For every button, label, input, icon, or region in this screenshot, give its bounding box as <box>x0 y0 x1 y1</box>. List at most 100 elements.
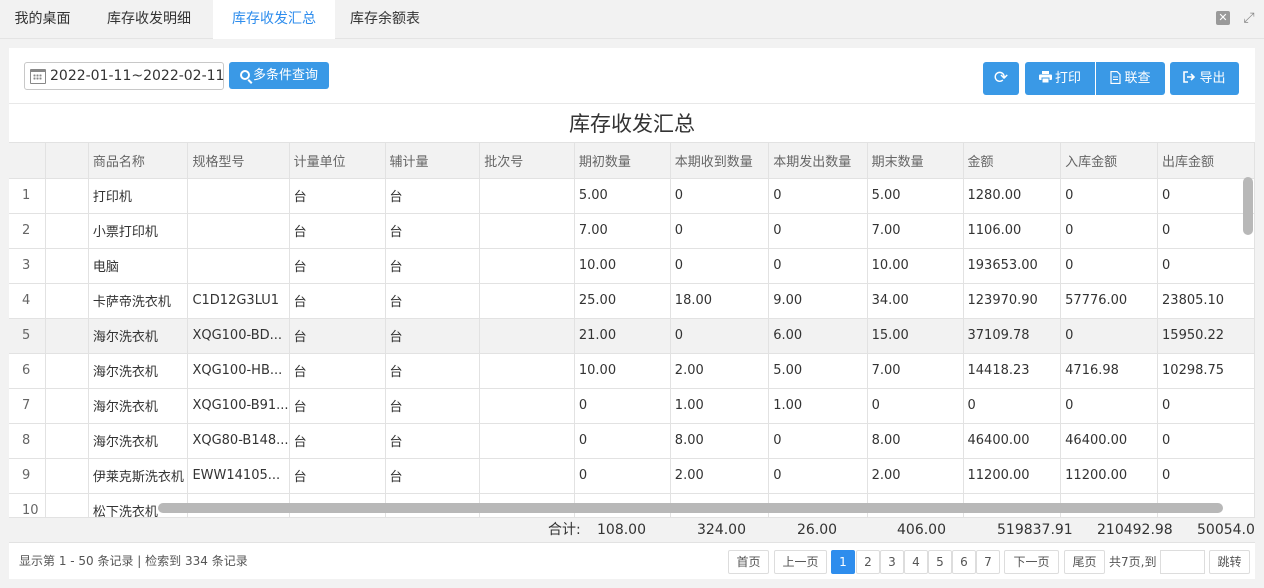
vertical-scrollbar[interactable] <box>1243 177 1253 235</box>
cell-spec-model: XQG80-B148... <box>187 423 290 459</box>
cell-issued-qty: 1.00 <box>768 388 868 424</box>
export-button[interactable]: 导出 <box>1170 62 1239 95</box>
cell-amount: 14418.23 <box>963 353 1062 389</box>
table-row[interactable]: 1 打印机台台 5.00 0 0 5.00 1280.00 0 0 <box>9 178 1255 214</box>
column-header-amount[interactable]: 金额 <box>963 143 1062 179</box>
date-range-input[interactable]: 2022-01-11~2022-02-11 <box>24 62 224 90</box>
column-header-spec-model[interactable]: 规格型号 <box>187 143 290 179</box>
table-row[interactable]: 5 海尔洗衣机 XQG100-BD... 台台 21.00 0 6.00 15.00 37109… <box>9 318 1255 354</box>
refresh-button[interactable]: ⟳ <box>983 62 1019 95</box>
cell-product-name: 海尔洗衣机 <box>88 318 189 354</box>
column-header-batch-no[interactable]: 批次号 <box>479 143 575 179</box>
cell-unit: 台 <box>289 388 386 424</box>
tab-inventory-summary[interactable]: 库存收发汇总 <box>213 0 335 39</box>
print-button[interactable]: 打印 <box>1025 62 1095 95</box>
prev-page-button[interactable]: 上一页 <box>774 550 827 574</box>
page-number-button[interactable]: 2 <box>856 550 880 574</box>
divider <box>9 103 1255 104</box>
column-header-blank[interactable] <box>45 143 89 179</box>
cell-batch-no <box>479 388 575 424</box>
cell-out-amount: 15950.22 <box>1157 318 1255 354</box>
column-header-out-amount[interactable]: 出库金额 <box>1157 143 1255 179</box>
column-header-received-qty[interactable]: 本期收到数量 <box>670 143 770 179</box>
cell-amount: 1106.00 <box>963 213 1062 249</box>
cell-batch-no <box>479 318 575 354</box>
tab-inventory-balance[interactable]: 库存余额表 <box>335 0 435 39</box>
cell-out-amount: 0 <box>1157 178 1255 214</box>
column-header-unit[interactable]: 计量单位 <box>289 143 386 179</box>
column-header-opening-qty[interactable]: 期初数量 <box>574 143 671 179</box>
column-header-in-amount[interactable]: 入库金额 <box>1060 143 1159 179</box>
page-number-button[interactable]: 4 <box>904 550 928 574</box>
linked-query-button[interactable]: 联查 <box>1096 62 1165 95</box>
summary-table: 商品名称 规格型号 计量单位 辅计量 批次号 期初数量 本期收到数量 本期发出数量 期末数量 金额… <box>9 143 1255 517</box>
cell-unit: 台 <box>289 458 386 494</box>
cell-opening-qty: 10.00 <box>574 353 671 389</box>
cell-received-qty: 8.00 <box>670 423 770 459</box>
column-header-aux-unit[interactable]: 辅计量 <box>385 143 481 179</box>
cell-closing-qty: 0 <box>867 388 964 424</box>
column-header-closing-qty[interactable]: 期末数量 <box>867 143 964 179</box>
column-header-row-number[interactable] <box>9 143 46 179</box>
cell-spec-model: XQG100-HB... <box>187 353 290 389</box>
cell-spec-model <box>187 213 290 249</box>
cell-opening-qty: 0 <box>574 458 671 494</box>
cell-blank <box>45 388 89 424</box>
cell-in-amount: 0 <box>1060 388 1159 424</box>
next-page-button[interactable]: 下一页 <box>1004 550 1059 574</box>
cell-amount: 1280.00 <box>963 178 1062 214</box>
page-number-button[interactable]: 5 <box>928 550 952 574</box>
table-row[interactable]: 9 伊莱克斯洗衣机 EWW14105... 台台 0 2.00 0 2.00 11200.00 1… <box>9 458 1255 494</box>
cell-batch-no <box>479 283 575 319</box>
column-header-issued-qty[interactable]: 本期发出数量 <box>768 143 868 179</box>
page-number-button[interactable]: 1 <box>831 550 855 574</box>
cell-row-number: 3 <box>9 248 46 284</box>
cell-in-amount: 4716.98 <box>1060 353 1159 389</box>
table-row[interactable]: 6 海尔洗衣机 XQG100-HB... 台台 10.00 2.00 5.00 7.00 144… <box>9 353 1255 389</box>
table-row[interactable]: 8 海尔洗衣机 XQG80-B148... 台台 0 8.00 0 8.00 46400.00 4… <box>9 423 1255 459</box>
cell-amount: 11200.00 <box>963 458 1062 494</box>
cell-product-name: 海尔洗衣机 <box>88 353 189 389</box>
cell-batch-no <box>479 353 575 389</box>
total-received-qty: 324.00 <box>697 522 746 538</box>
refresh-icon: ⟳ <box>993 68 1009 88</box>
table-row[interactable]: 2 小票打印机台台 7.00 0 0 7.00 1106.00 0 0 <box>9 213 1255 249</box>
cell-spec-model: XQG100-B91... <box>187 388 290 424</box>
cell-in-amount: 0 <box>1060 318 1159 354</box>
goto-page-button[interactable]: 跳转 <box>1209 550 1250 574</box>
cell-aux-unit: 台 <box>385 318 481 354</box>
cell-blank <box>45 493 89 517</box>
tab-my-desktop[interactable]: 我的桌面 <box>0 0 85 39</box>
cell-opening-qty: 5.00 <box>574 178 671 214</box>
cell-row-number: 1 <box>9 178 46 214</box>
cell-received-qty: 2.00 <box>670 353 770 389</box>
fullscreen-icon[interactable]: ⤢ <box>1242 11 1256 25</box>
page-number-button[interactable]: 7 <box>976 550 1000 574</box>
tab-inventory-detail[interactable]: 库存收发明细 <box>85 0 213 39</box>
cell-out-amount: 0 <box>1157 388 1255 424</box>
cell-unit: 台 <box>289 353 386 389</box>
table-row[interactable]: 7 海尔洗衣机 XQG100-B91... 台台 0 1.00 1.00 0 0 0 0 <box>9 388 1255 424</box>
page-number-button[interactable]: 6 <box>952 550 976 574</box>
cell-unit: 台 <box>289 178 386 214</box>
horizontal-scrollbar[interactable] <box>158 503 1223 513</box>
cell-amount: 46400.00 <box>963 423 1062 459</box>
cell-issued-qty: 6.00 <box>768 318 868 354</box>
table-row[interactable]: 3 电脑台台 10.00 0 0 10.00 193653.00 0 0 <box>9 248 1255 284</box>
first-page-button[interactable]: 首页 <box>728 550 769 574</box>
cell-blank <box>45 178 89 214</box>
cell-row-number: 4 <box>9 283 46 319</box>
goto-page-input[interactable] <box>1160 550 1205 574</box>
cell-closing-qty: 15.00 <box>867 318 964 354</box>
page-number-button[interactable]: 3 <box>880 550 904 574</box>
table-row[interactable]: 4 卡萨帝洗衣机 C1D12G3LU1 台台 25.00 18.00 9.00 34.00 12… <box>9 283 1255 319</box>
cell-opening-qty: 10.00 <box>574 248 671 284</box>
cell-product-name: 打印机 <box>88 178 189 214</box>
last-page-button[interactable]: 尾页 <box>1064 550 1105 574</box>
multi-condition-query-button[interactable]: 多条件查询 <box>229 62 329 89</box>
record-count: 显示第 1 - 50 条记录 | 检索到 334 条记录 <box>19 554 248 568</box>
column-header-product-name[interactable]: 商品名称 <box>88 143 189 179</box>
close-all-tabs-icon[interactable]: ✕ <box>1216 11 1230 25</box>
cell-aux-unit: 台 <box>385 178 481 214</box>
cell-out-amount: 0 <box>1157 213 1255 249</box>
